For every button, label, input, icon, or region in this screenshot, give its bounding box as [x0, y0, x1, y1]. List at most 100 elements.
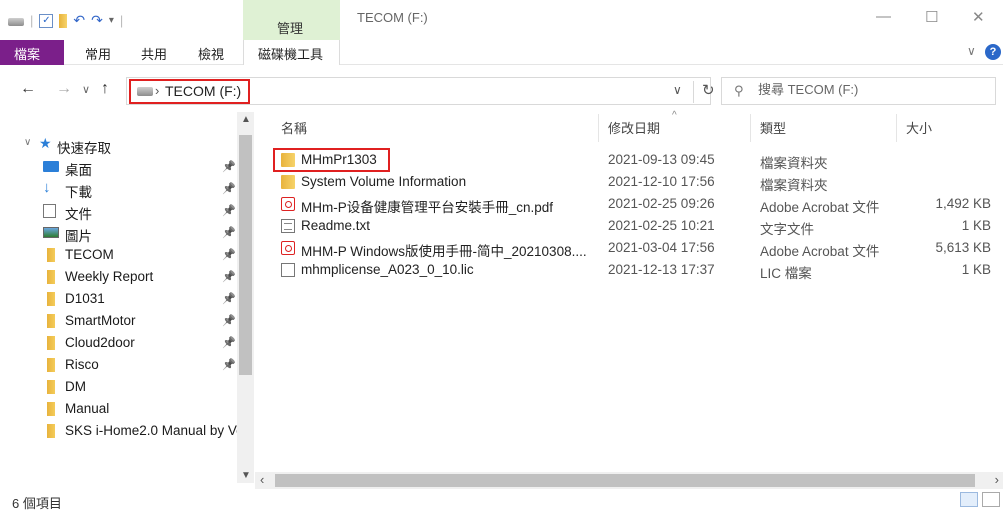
tab-file[interactable]: 檔案 [0, 40, 64, 65]
scroll-up-icon[interactable]: ▲ [241, 114, 251, 125]
scroll-right-icon[interactable]: › [995, 472, 999, 487]
file-date: 2021-02-25 10:21 [608, 218, 715, 233]
sidebar-item[interactable]: ↓ 下載 📌 [0, 178, 236, 200]
navigation-pane: ∨ ★ 快速存取 桌面 📌 ↓ 下載 📌 文件 📌 圖片 📌 TECOM 📌 Weekly Repor… [0, 112, 255, 483]
star-icon: ★ [39, 135, 52, 151]
pin-icon: 📌 [222, 227, 236, 239]
file-row[interactable]: MHm-P设备健康管理平台安裝手冊_cn.pdf 2021-02-25 09:26… [263, 193, 1003, 215]
file-row[interactable]: Readme.txt 2021-02-25 10:21 文字文件 1 KB [263, 215, 1003, 237]
scroll-left-icon[interactable]: ‹ [260, 472, 264, 487]
folder-icon [47, 424, 55, 438]
search-input[interactable] [758, 82, 988, 97]
recent-locations-icon[interactable]: ∨ [82, 83, 90, 96]
sidebar-item-label: Weekly Report [65, 269, 154, 284]
large-icons-view-icon[interactable] [982, 492, 1000, 507]
properties-check-icon[interactable]: ✓ [39, 13, 54, 28]
new-folder-icon[interactable] [59, 13, 68, 28]
file-name: MHm-P设备健康管理平台安裝手冊_cn.pdf [301, 200, 554, 215]
sidebar-item[interactable]: DM [0, 376, 236, 398]
redo-icon[interactable]: ↷ [91, 12, 103, 29]
scrollbar-thumb[interactable] [275, 474, 975, 487]
minimize-icon[interactable]: — [876, 8, 891, 25]
sidebar-item[interactable]: SKS i-Home2.0 Manual by Ve [0, 420, 244, 442]
search-icon: ⚲ [734, 83, 744, 98]
column-header-name[interactable]: 名稱 [281, 118, 307, 137]
documents-icon [43, 204, 56, 218]
sidebar-item-label: 快速存取 [57, 141, 111, 156]
sidebar-item[interactable]: SmartMotor 📌 [0, 310, 236, 332]
up-arrow-icon[interactable]: ↑ [101, 80, 109, 98]
folder-icon [47, 270, 55, 284]
file-name: System Volume Information [301, 174, 467, 189]
scrollbar-thumb[interactable] [239, 135, 252, 375]
column-header-size[interactable]: 大小 [906, 118, 932, 137]
folder-icon [47, 358, 55, 372]
sidebar-item[interactable]: 桌面 📌 [0, 156, 236, 178]
forward-arrow-icon[interactable]: → [56, 80, 72, 98]
file-icon [281, 263, 295, 277]
column-header-date[interactable]: 修改日期 [608, 118, 660, 137]
column-divider[interactable] [750, 114, 751, 142]
sidebar-item[interactable]: 圖片 📌 [0, 222, 236, 244]
item-count: 6 個項目 [12, 496, 62, 511]
sidebar-item[interactable]: 文件 📌 [0, 200, 236, 222]
drive-icon [8, 18, 24, 26]
tab-share[interactable]: 共用 [141, 44, 167, 63]
file-type: 文字文件 [760, 222, 814, 237]
sidebar-item-label: TECOM [65, 247, 114, 262]
close-icon[interactable]: ✕ [972, 8, 985, 26]
file-row[interactable]: mhmplicense_A023_0_10.lic 2021-12-13 17:3… [263, 259, 1003, 281]
folder-icon [281, 175, 295, 189]
tab-home[interactable]: 常用 [85, 44, 111, 63]
pdf-icon [281, 197, 295, 211]
sidebar-item[interactable]: Manual [0, 398, 236, 420]
search-box[interactable]: ⚲ [721, 77, 996, 105]
tab-view[interactable]: 檢視 [198, 44, 224, 63]
file-row[interactable]: System Volume Information 2021-12-10 17:5… [263, 171, 1003, 193]
navigation-bar: ← → ∨ ↑ › TECOM (F:) ∨ ↻ ⚲ [0, 74, 1003, 108]
sidebar-item[interactable]: Cloud2door 📌 [0, 332, 236, 354]
sidebar-item-label: Cloud2door [65, 335, 135, 350]
sidebar-item[interactable]: Risco 📌 [0, 354, 236, 376]
sidebar-item[interactable]: D1031 📌 [0, 288, 236, 310]
sort-ascending-icon: ^ [672, 110, 677, 121]
sidebar-item[interactable]: Weekly Report 📌 [0, 266, 236, 288]
tab-drive-tools[interactable]: 磁碟機工具 [243, 40, 340, 65]
sidebar-item[interactable]: TECOM 📌 [0, 244, 236, 266]
toolbar-divider: | [119, 13, 124, 28]
help-icon[interactable]: ? [985, 44, 1001, 60]
column-divider[interactable] [598, 114, 599, 142]
refresh-icon[interactable]: ↻ [693, 81, 715, 103]
details-view-icon[interactable] [960, 492, 978, 507]
pin-icon: 📌 [222, 315, 236, 327]
ribbon-expand-icon[interactable]: ∨ [967, 44, 976, 58]
scroll-down-icon[interactable]: ▼ [241, 470, 251, 481]
folder-icon [47, 380, 55, 394]
pdf-icon [281, 241, 295, 255]
download-icon: ↓ [43, 179, 51, 196]
address-bar[interactable]: › TECOM (F:) ∨ ↻ [126, 77, 715, 105]
file-date: 2021-02-25 09:26 [608, 196, 715, 211]
title-bar: | ✓ ↶ ↷ ▾ | 管理 TECOM (F:) — ☐ ✕ [0, 0, 1003, 40]
file-date: 2021-12-13 17:37 [608, 262, 715, 277]
undo-icon[interactable]: ↶ [73, 12, 85, 29]
sidebar-quick-access[interactable]: ∨ ★ 快速存取 [0, 134, 236, 156]
column-header-type[interactable]: 類型 [760, 118, 786, 137]
file-list-scrollbar[interactable]: ‹ › [255, 472, 1003, 489]
column-divider[interactable] [896, 114, 897, 142]
address-dropdown-icon[interactable]: ∨ [673, 83, 682, 97]
folder-icon [47, 248, 55, 262]
sidebar-scrollbar[interactable]: ▲ ▼ [237, 112, 254, 483]
pin-icon: 📌 [222, 337, 236, 349]
customize-toolbar-icon[interactable]: ▾ [109, 15, 114, 26]
maximize-icon[interactable]: ☐ [925, 8, 938, 26]
file-row[interactable]: MHM-P Windows版使用手冊-简中_20210308.... 2021-0… [263, 237, 1003, 259]
status-bar: 6 個項目 [0, 489, 1003, 511]
back-arrow-icon[interactable]: ← [20, 80, 36, 98]
file-type: 檔案資料夾 [760, 156, 828, 171]
file-size: 1 KB [961, 218, 991, 233]
expand-chevron-icon[interactable]: ∨ [24, 137, 31, 148]
sidebar-item-label: Manual [65, 401, 110, 416]
sidebar-item-label: 下載 [65, 185, 92, 200]
sidebar-item-label: SKS i-Home2.0 Manual by Ve [65, 423, 244, 438]
